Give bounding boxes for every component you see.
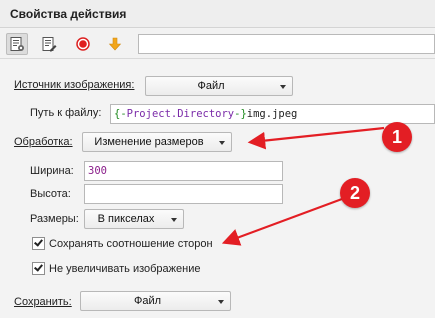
sizes-value: В пикселах [97,213,155,225]
properties-icon [10,37,24,51]
toolbar [0,29,435,59]
sizes-label: Размеры: [30,213,79,225]
annotation-badge-1: 1 [382,122,412,152]
no-enlarge-checkbox[interactable] [32,262,45,275]
width-label: Ширина: [30,165,74,177]
properties-button[interactable] [6,33,28,55]
file-path-label: Путь к файлу: [30,107,102,119]
processing-value: Изменение размеров [94,136,204,148]
edit-list-icon [42,37,57,52]
record-icon [76,37,90,51]
chevron-down-icon [219,141,225,145]
file-path-brace-close: -} [234,108,247,120]
annotation-badge-2: 2 [340,178,370,208]
window-titlebar: Свойства действия [0,0,435,28]
processing-select[interactable]: Изменение размеров [82,132,232,152]
save-select[interactable]: Файл [80,291,231,311]
image-source-select[interactable]: Файл [145,76,293,96]
processing-label[interactable]: Обработка: [14,136,73,148]
properties-form: Источник изображения: Файл Путь к файлу:… [0,60,435,318]
window-title: Свойства действия [10,7,127,21]
move-down-button[interactable] [104,33,126,55]
image-source-label[interactable]: Источник изображения: [14,79,134,91]
height-input[interactable] [84,184,283,204]
file-path-input[interactable]: {-Project.Directory-}img.jpeg [110,104,435,124]
chevron-down-icon [171,218,177,222]
chevron-down-icon [218,300,224,304]
no-enlarge-label[interactable]: Не увеличивать изображение [49,263,200,275]
toolbar-input[interactable] [138,34,435,54]
arrow-down-icon [108,37,122,51]
sizes-select[interactable]: В пикселах [84,209,184,229]
chevron-down-icon [280,85,286,89]
checkmark-icon [34,262,43,272]
width-input[interactable]: 300 [84,161,283,181]
edit-list-button[interactable] [38,33,60,55]
keep-ratio-label[interactable]: Сохранять соотношение сторон [49,238,213,250]
image-source-value: Файл [197,80,225,92]
keep-ratio-checkbox[interactable] [32,237,45,250]
save-value: Файл [133,295,162,307]
checkmark-icon [34,237,43,247]
record-button[interactable] [72,33,94,55]
save-label[interactable]: Сохранить: [14,296,72,308]
file-path-brace-open: {- [114,108,127,120]
file-path-variable: Project.Directory [126,108,235,120]
file-path-filename: img.jpeg [246,108,298,120]
height-label: Высота: [30,188,71,200]
